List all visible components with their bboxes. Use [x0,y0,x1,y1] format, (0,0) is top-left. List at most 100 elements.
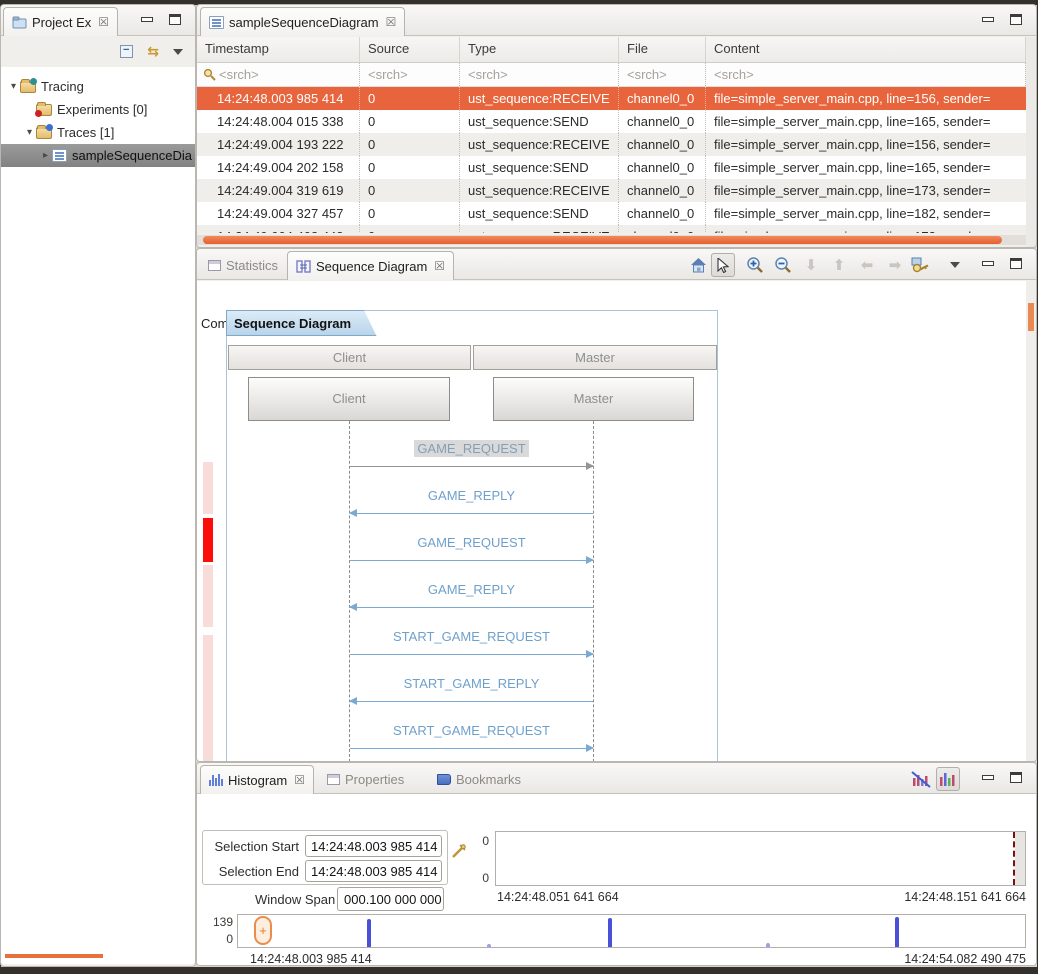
histogram-icon [209,774,223,786]
table-cell: 14:24:48.004 015 338 [197,110,360,133]
zoom-in-icon[interactable] [743,253,767,277]
filter-cell-content[interactable]: <srch> [706,63,1026,86]
message-label[interactable]: GAME_REPLY [350,582,593,597]
table-row[interactable]: 14:24:49.004 408 4480ust_sequence:RECEIV… [197,225,1026,233]
lifeline-header-master[interactable]: Master [473,345,717,370]
lifeline-header-client[interactable]: Client [228,345,471,370]
selection-end-input[interactable]: 14:24:48.003 985 414 [305,860,442,882]
sequence-frame-title: Sequence Diagram [226,310,377,336]
message-arrow[interactable] [350,513,593,514]
table-cell: channel0_0 [619,179,706,202]
message-arrow[interactable] [350,607,593,608]
filter-cell-timestamp[interactable]: <srch> [197,63,360,86]
maximize-icon[interactable] [169,14,181,25]
select-tool-icon[interactable] [711,253,735,277]
sequence-vertical-scrollbar[interactable] [1026,281,1036,761]
message-arrow[interactable] [350,701,593,702]
tab-project-explorer[interactable]: Project Ex ☒ [3,7,118,36]
events-horizontal-scrollbar[interactable] [197,235,1026,245]
message-arrow[interactable] [350,560,593,561]
zoom-out-icon[interactable] [771,253,795,277]
tree-item-experiments-0-[interactable]: Experiments [0] [1,98,195,121]
message-label[interactable]: START_GAME_REQUEST [350,629,593,644]
hide-lost-events-icon[interactable] [909,767,933,791]
message-arrow[interactable] [350,748,593,749]
scrollbar-thumb[interactable] [203,236,1002,244]
close-icon[interactable]: ☒ [98,15,109,29]
reset-zoom-home-icon[interactable] [686,253,710,277]
maximize-icon[interactable] [1010,772,1022,783]
table-cell: 0 [360,110,460,133]
collapse-arrow-icon[interactable]: ▾ [23,127,36,138]
message-label[interactable]: START_GAME_REQUEST [350,723,593,738]
table-row[interactable]: 14:24:49.004 193 2220ust_sequence:RECEIV… [197,133,1026,156]
filter-cell-file[interactable]: <srch> [619,63,706,86]
sequence-diagram-icon [296,260,311,273]
tab-bookmarks[interactable]: Bookmarks [429,765,529,794]
tab-histogram[interactable]: Histogram ☒ [200,765,314,794]
tree-item-label: Experiments [0] [57,102,147,117]
full-histogram-max: 139 [197,915,233,929]
column-header-type[interactable]: Type [460,37,619,62]
table-row[interactable]: 14:24:49.004 202 1580ust_sequence:SENDch… [197,156,1026,179]
lifeline-box-client[interactable]: Client [248,377,450,421]
minimize-icon[interactable] [982,261,994,266]
close-icon[interactable]: ☒ [294,773,305,787]
column-header-source[interactable]: Source [360,37,460,62]
collapse-arrow-icon[interactable]: ▾ [7,81,20,92]
close-icon[interactable]: ☒ [434,259,445,273]
histogram-tabbar: Histogram ☒ Properties Bookmarks [197,763,1036,794]
project-explorer-view: Project Ex ☒ ⇆ ▾Tracing Experiments [0] ▾T… [1,5,195,966]
filter-cell-source[interactable]: <srch> [360,63,460,86]
full-histogram-canvas[interactable]: + [237,914,1026,948]
window-span-input[interactable]: 000.100 000 000 [337,887,444,911]
minimize-icon[interactable] [141,17,153,22]
table-cell: file=simple_server_main.cpp, line=165, s… [706,110,1026,133]
column-header-file[interactable]: File [619,37,706,62]
view-menu-icon[interactable] [173,49,183,55]
message-label[interactable]: START_GAME_REPLY [350,676,593,691]
zoom-histogram-canvas[interactable] [495,831,1026,886]
minimize-icon[interactable] [982,775,994,780]
close-icon[interactable]: ☒ [386,15,397,29]
tree-item-samplesequencedia[interactable]: ▸sampleSequenceDia [1,144,195,167]
expand-arrow-icon[interactable]: ▸ [39,150,52,161]
table-row[interactable]: 14:24:48.003 985 4140ust_sequence:RECEIV… [197,87,1026,110]
table-cell: channel0_0 [619,110,706,133]
tree-item-traces-1-[interactable]: ▾Traces [1] [1,121,195,144]
zoom-histogram-time-right: 14:24:48.151 641 664 [904,890,1026,904]
events-vertical-scrollbar[interactable] [1026,37,1036,247]
message-arrow[interactable] [350,654,593,655]
collapse-all-icon[interactable] [120,45,133,58]
maximize-icon[interactable] [1010,14,1022,25]
table-row[interactable]: 14:24:49.004 327 4570ust_sequence:SENDch… [197,202,1026,225]
tab-properties[interactable]: Properties [319,765,412,794]
message-label[interactable]: GAME_REPLY [350,488,593,503]
minimize-icon[interactable] [982,17,994,22]
selection-start-input[interactable]: 14:24:48.003 985 414 [305,835,442,857]
filter-settings-icon[interactable] [909,253,933,277]
events-editor: sampleSequenceDiagram ☒ Timestamp Source… [197,5,1036,247]
histogram-spike [895,917,899,947]
message-label[interactable]: GAME_REQUEST [350,535,593,550]
column-header-timestamp[interactable]: Timestamp [197,37,360,62]
lifeline-box-master[interactable]: Master [493,377,694,421]
message-arrow[interactable] [350,466,593,467]
trace-icon [52,149,67,162]
out-of-range-area [1015,832,1025,885]
message-label[interactable]: GAME_REQUEST [350,441,593,456]
trace-coloring-icon[interactable] [936,767,960,791]
filter-cell-type[interactable]: <srch> [460,63,619,86]
column-header-content[interactable]: Content [706,37,1026,62]
table-cell: 14:24:48.003 985 414 [197,87,360,110]
tree-item-tracing[interactable]: ▾Tracing [1,75,195,98]
table-row[interactable]: 14:24:48.004 015 3380ust_sequence:SENDch… [197,110,1026,133]
link-with-editor-icon[interactable]: ⇆ [147,43,159,60]
selection-marker[interactable]: + [254,916,272,945]
tab-events-table[interactable]: sampleSequenceDiagram ☒ [200,7,405,36]
view-menu-icon[interactable] [950,262,960,268]
maximize-icon[interactable] [1010,258,1022,269]
table-row[interactable]: 14:24:49.004 319 6190ust_sequence:RECEIV… [197,179,1026,202]
tab-sequence-diagram[interactable]: Sequence Diagram ☒ [287,251,454,280]
events-table-body: 14:24:48.003 985 4140ust_sequence:RECEIV… [197,87,1026,233]
